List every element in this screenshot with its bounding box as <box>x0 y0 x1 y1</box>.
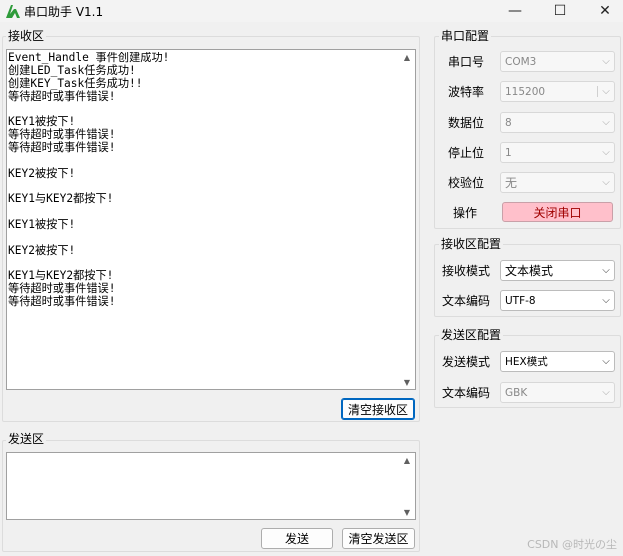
log-line: 等待超时或事件错误! <box>8 295 116 309</box>
receive-log-text: Event_Handle 事件创建成功! 创建LED_Task任务成功! 创建KEY… <box>8 52 400 388</box>
send-mode-label: 发送模式 <box>442 355 491 369</box>
recv-mode-select[interactable]: 文本模式 ⌵ <box>500 260 615 281</box>
chevron-down-icon: ⌵ <box>602 387 610 398</box>
send-textarea[interactable] <box>6 452 416 520</box>
parity-label: 校验位 <box>448 176 485 190</box>
window-title: 串口助手 V1.1 <box>24 5 104 19</box>
send-encoding-value: GBK <box>505 386 528 399</box>
recv-encoding-label: 文本编码 <box>442 294 491 308</box>
chevron-down-icon: ⌵ <box>602 356 610 367</box>
port-select[interactable]: COM3 ⌵ <box>500 51 615 72</box>
log-line: 等待超时或事件错误! <box>8 128 116 142</box>
send-mode-select[interactable]: HEX模式 ⌵ <box>500 351 615 372</box>
scroll-up-icon[interactable]: ▲ <box>399 50 415 64</box>
parity-value: 无 <box>505 176 518 190</box>
app-logo-icon <box>6 5 20 18</box>
clear-send-button[interactable]: 清空发送区 <box>342 528 415 549</box>
send-button[interactable]: 发送 <box>261 528 333 549</box>
watermark: CSDN @时光の尘 <box>527 538 617 551</box>
chevron-down-icon: ⌵ <box>602 117 610 128</box>
stop-bits-select[interactable]: 1 ⌵ <box>500 142 615 163</box>
log-line: 等待超时或事件错误! <box>8 140 116 154</box>
data-bits-select[interactable]: 8 ⌵ <box>500 112 615 133</box>
baud-label: 波特率 <box>448 85 485 99</box>
log-line: 创建LED_Task任务成功! <box>8 63 136 77</box>
send-mode-value: HEX模式 <box>505 356 548 368</box>
chevron-down-icon: ⌵ <box>597 86 614 97</box>
stop-bits-value: 1 <box>505 146 512 159</box>
log-line: 等待超时或事件错误! <box>8 89 116 103</box>
data-bits-label: 数据位 <box>448 116 485 130</box>
close-window-button[interactable]: ✕ <box>582 0 623 22</box>
send-config-title: 发送区配置 <box>439 328 504 342</box>
recv-mode-label: 接收模式 <box>442 264 491 278</box>
recv-config-title: 接收区配置 <box>439 237 504 251</box>
parity-select[interactable]: 无 ⌵ <box>500 172 615 193</box>
baud-select[interactable]: 115200 ⌵ <box>500 81 615 102</box>
chevron-down-icon: ⌵ <box>602 177 610 188</box>
log-line: KEY1与KEY2都按下! <box>8 192 114 206</box>
recv-encoding-select[interactable]: UTF-8 ⌵ <box>500 290 615 311</box>
send-scrollbar[interactable]: ▲ ▼ <box>399 453 415 519</box>
chevron-down-icon: ⌵ <box>602 147 610 158</box>
port-value: COM3 <box>505 55 537 68</box>
baud-value: 115200 <box>505 85 546 98</box>
data-bits-value: 8 <box>505 116 512 129</box>
log-line: 创建KEY_Task任务成功!! <box>8 76 143 90</box>
maximize-button[interactable]: ☐ <box>537 0 583 22</box>
scroll-down-icon[interactable]: ▼ <box>399 505 415 519</box>
send-encoding-select[interactable]: GBK ⌵ <box>500 382 615 403</box>
log-line: KEY2被按下! <box>8 166 76 180</box>
chevron-down-icon: ⌵ <box>602 56 610 67</box>
receive-group-title: 接收区 <box>6 29 47 43</box>
chevron-down-icon: ⌵ <box>602 295 610 306</box>
stop-bits-label: 停止位 <box>448 146 485 160</box>
close-port-button[interactable]: 关闭串口 <box>502 202 613 222</box>
send-encoding-label: 文本编码 <box>442 386 491 400</box>
send-group-title: 发送区 <box>6 432 47 446</box>
chevron-down-icon: ⌵ <box>602 265 610 276</box>
port-config-title: 串口配置 <box>439 29 492 43</box>
log-line: Event_Handle 事件创建成功! <box>8 52 170 64</box>
port-label: 串口号 <box>448 55 485 69</box>
scroll-up-icon[interactable]: ▲ <box>399 453 415 467</box>
recv-mode-value: 文本模式 <box>505 264 554 278</box>
log-line: KEY2被按下! <box>8 243 76 257</box>
clear-receive-button[interactable]: 清空接收区 <box>341 398 415 420</box>
scroll-down-icon[interactable]: ▼ <box>399 375 415 389</box>
log-line: KEY1被按下! <box>8 217 76 231</box>
operation-label: 操作 <box>453 206 478 220</box>
recv-encoding-value: UTF-8 <box>505 294 536 307</box>
minimize-button[interactable]: — <box>492 0 538 22</box>
receive-scrollbar[interactable]: ▲ ▼ <box>399 50 415 389</box>
